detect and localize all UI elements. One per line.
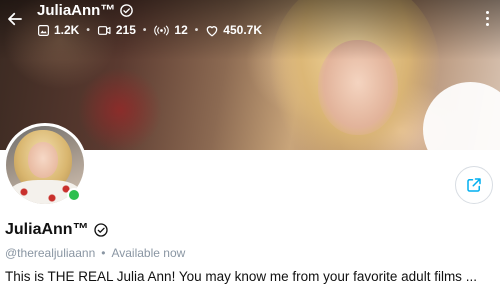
back-button[interactable] [4,8,26,30]
share-button[interactable] [455,166,493,204]
stat-photos-value: 1.2K [54,23,80,37]
avatar-face [28,142,58,178]
stat-photos[interactable]: 1.2K [37,23,79,37]
profile-handle: @therealjuliaann [5,246,96,260]
stat-streams-value: 12 [174,23,188,37]
verified-icon [120,4,134,17]
image-icon [38,24,49,36]
separator-dot: • [101,246,106,260]
header-stats: 1.2K • 215 • 12 • 450.7K [37,23,262,37]
profile-bio[interactable]: This is THE REAL Julia Ann! You may know… [5,269,493,284]
stat-likes[interactable]: 450.7K [205,23,262,37]
more-dot-icon [485,22,489,26]
more-dot-icon [485,10,489,14]
stat-likes-value: 450.7K [223,23,262,37]
separator-dot: • [194,24,199,36]
arrow-left-icon [8,12,22,26]
profile-name: JuliaAnn™ [5,221,89,238]
stat-streams[interactable]: 12 [153,23,188,37]
availability-status: Available now [111,246,186,260]
live-stream-icon [154,25,170,35]
header-title-row: JuliaAnn™ [37,2,134,19]
more-dot-icon [485,16,489,20]
online-status-dot [67,188,81,202]
heart-icon [206,25,218,36]
video-icon [97,25,111,35]
profile-meta-row: @therealjuliaann • Available now [5,246,185,260]
verified-icon [93,223,108,237]
profile-name-row: JuliaAnn™ [5,221,109,239]
more-options-button[interactable] [478,6,496,30]
separator-dot: • [86,24,90,36]
header-title: JuliaAnn™ [37,2,116,19]
stat-videos-value: 215 [115,23,136,37]
share-icon [467,178,481,192]
stat-videos[interactable]: 215 [97,23,136,37]
separator-dot: • [142,24,147,36]
header-bar: JuliaAnn™ 1.2K • 215 • 12 • 450.7K [0,0,500,46]
